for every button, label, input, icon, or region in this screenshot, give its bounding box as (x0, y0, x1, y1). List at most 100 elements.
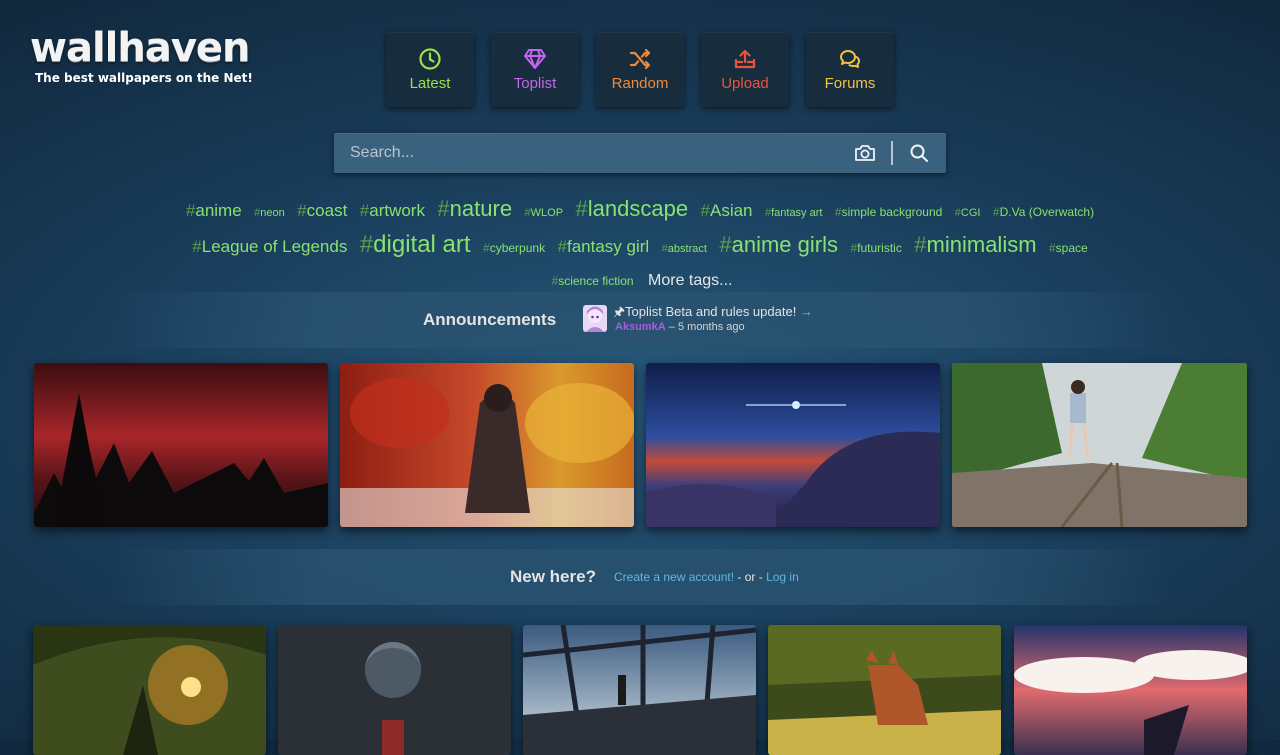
tag-link[interactable]: #neon (254, 207, 285, 219)
hash-glyph: # (834, 205, 842, 219)
logo-tagline: The best wallpapers on the Net! (35, 71, 253, 85)
tag-label: WLOP (530, 207, 564, 219)
camera-icon[interactable] (854, 143, 876, 163)
hash-glyph: # (1048, 241, 1056, 255)
tag-label: abstract (667, 243, 707, 255)
tag-label: D.Va (Overwatch) (999, 205, 1095, 219)
tag-label: futuristic (857, 241, 902, 255)
wallpaper-thumbnail[interactable] (33, 625, 266, 755)
nav-upload-button[interactable]: Upload (701, 32, 789, 107)
hash-glyph: # (719, 232, 732, 257)
hash-glyph: # (483, 241, 490, 255)
more-tags-link[interactable]: More tags... (648, 272, 732, 289)
tag-link[interactable]: #fantasy girl (558, 237, 650, 256)
arrow-right-icon: → (796, 304, 813, 319)
announcement-headline: Toplist Beta and rules update! (625, 304, 797, 319)
main-nav: Latest Toplist Random Upload Forums (386, 32, 894, 107)
hash-glyph: # (992, 205, 1000, 219)
tag-link[interactable]: #League of Legends (192, 237, 347, 256)
search-divider (891, 141, 893, 165)
login-link[interactable]: Log in (766, 570, 799, 584)
tag-link[interactable]: #minimalism (914, 232, 1036, 257)
tag-link[interactable]: #anime (186, 201, 242, 220)
create-account-link[interactable]: Create a new account! (614, 570, 734, 584)
wallpaper-thumbnail[interactable] (34, 363, 328, 527)
nav-toplist-label: Toplist (513, 75, 557, 92)
tag-link[interactable]: #abstract (662, 243, 707, 255)
tag-link[interactable]: #coast (297, 201, 347, 220)
nav-random-button[interactable]: Random (596, 32, 684, 107)
nav-forums-label: Forums (824, 75, 876, 92)
tag-label: coast (306, 201, 348, 220)
tag-label: space (1055, 241, 1088, 255)
tag-label: CGI (960, 207, 981, 219)
logo-wordmark: wallhaven (30, 25, 251, 71)
nav-upload-label: Upload (721, 75, 769, 92)
popular-tags: #anime #neon #coast #artwork #nature #WL… (130, 193, 1150, 297)
hash-glyph: # (359, 231, 374, 258)
wallpaper-thumbnail[interactable] (278, 625, 511, 755)
wallpaper-thumbnail[interactable] (1014, 625, 1247, 755)
tag-link[interactable]: #landscape (576, 196, 689, 221)
tag-label: simple background (841, 205, 943, 219)
tag-label: anime girls (731, 232, 838, 257)
wallpaper-thumbnail[interactable] (952, 363, 1247, 527)
diamond-icon (524, 49, 546, 69)
tag-link[interactable]: #WLOP (525, 207, 564, 219)
tag-link[interactable]: #artwork (360, 201, 425, 220)
wallpaper-thumbnail[interactable] (523, 625, 756, 755)
tag-link[interactable]: #D.Va (Overwatch) (993, 205, 1094, 219)
tag-label: neon (260, 207, 285, 219)
hash-glyph: # (557, 237, 567, 256)
hash-glyph: # (297, 201, 307, 220)
nav-forums-button[interactable]: Forums (806, 32, 894, 107)
author-link[interactable]: AksumkA (615, 321, 666, 333)
tag-label: League of Legends (201, 237, 348, 256)
search-input[interactable] (334, 133, 834, 173)
hash-glyph: # (192, 237, 202, 256)
search-bar (334, 133, 946, 173)
tag-label: minimalism (926, 232, 1037, 257)
announcements-bar: Announcements 🖈Toplist Beta and rules up… (110, 292, 1170, 348)
tag-link[interactable]: #futuristic (850, 241, 901, 255)
tag-link[interactable]: #simple background (835, 205, 942, 219)
chat-icon (840, 50, 860, 68)
nav-latest-label: Latest (409, 75, 451, 92)
nav-random-label: Random (611, 75, 669, 92)
tag-link[interactable]: #Asian (701, 201, 753, 220)
nav-toplist-button[interactable]: Toplist (491, 32, 579, 107)
new-here-bar: New here? Create a new account! - or - L… (110, 549, 1170, 605)
tag-label: fantasy girl (567, 237, 650, 256)
clock-icon (419, 48, 441, 70)
tag-link[interactable]: #digital art (360, 231, 471, 258)
tag-link[interactable]: #nature (437, 196, 512, 221)
hash-glyph: # (437, 196, 450, 221)
hash-glyph: # (185, 201, 196, 220)
tag-label: landscape (587, 196, 689, 221)
tag-link[interactable]: #anime girls (719, 232, 838, 257)
tag-label: fantasy art (771, 207, 823, 219)
announcements-title: Announcements (423, 310, 557, 329)
announcement-time: – 5 months ago (665, 321, 745, 333)
hash-glyph: # (700, 201, 710, 220)
shuffle-icon (629, 48, 651, 70)
nav-latest-button[interactable]: Latest (386, 32, 474, 107)
wallpaper-thumbnail[interactable] (340, 363, 634, 527)
wallpaper-thumbnail[interactable] (768, 625, 1001, 755)
tag-link[interactable]: #cyberpunk (483, 241, 545, 255)
tag-link[interactable]: #science fiction (552, 274, 634, 288)
wallpaper-thumbnail[interactable] (646, 363, 940, 527)
pin-icon: 🖈 (613, 304, 626, 319)
or-separator: - or - (734, 570, 767, 584)
magnifier-icon[interactable] (909, 143, 929, 163)
hash-glyph: # (575, 196, 588, 221)
tag-link[interactable]: #space (1049, 241, 1088, 255)
site-logo[interactable]: wallhaven The best wallpapers on the Net… (30, 27, 253, 85)
avatar[interactable] (583, 305, 607, 332)
tag-link[interactable]: #fantasy art (765, 207, 822, 219)
hash-glyph: # (359, 201, 370, 220)
upload-icon (734, 49, 756, 69)
tag-label: cyberpunk (489, 241, 546, 255)
new-here-links: Create a new account! - or - Log in (614, 570, 799, 584)
tag-link[interactable]: #CGI (955, 207, 981, 219)
